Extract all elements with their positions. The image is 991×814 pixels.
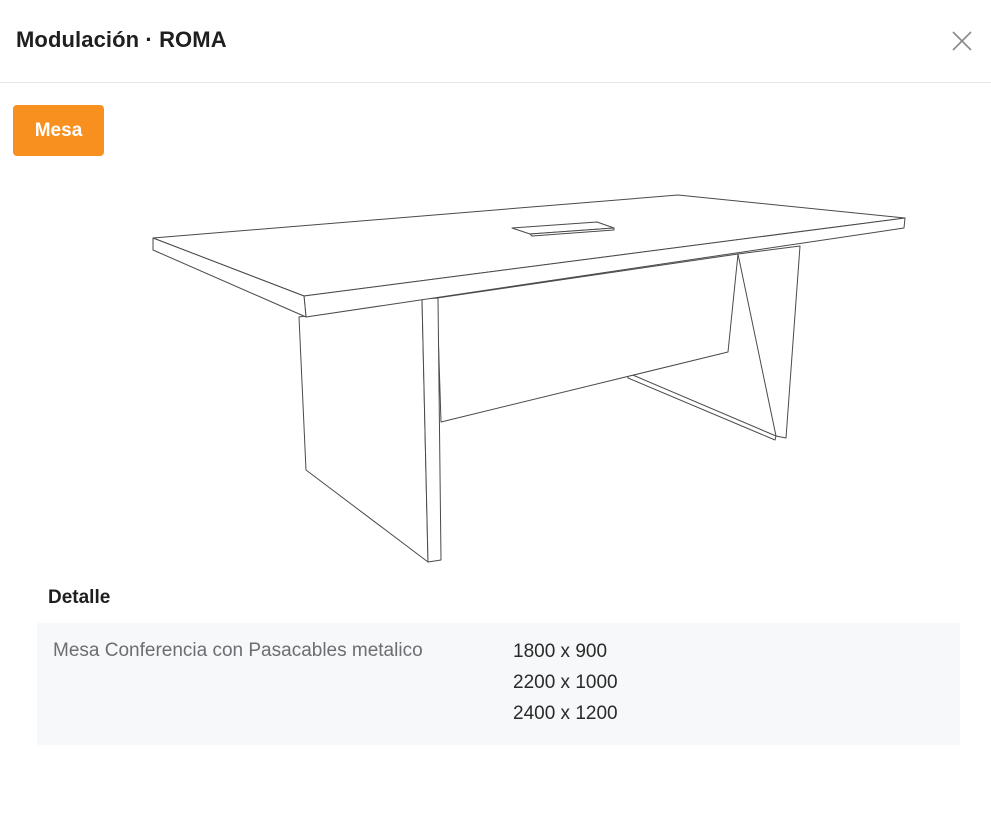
close-icon bbox=[952, 31, 972, 51]
table-illustration bbox=[152, 194, 906, 563]
detail-table: Mesa Conferencia con Pasacables metalico… bbox=[37, 623, 960, 745]
detail-heading: Detalle bbox=[48, 587, 111, 608]
tab-mesa[interactable]: Mesa bbox=[13, 105, 104, 156]
size-list: 1800 x 900 2200 x 1000 2400 x 1200 bbox=[513, 641, 618, 734]
size-item: 2200 x 1000 bbox=[513, 672, 618, 693]
modal-dialog: Modulación · ROMA Mesa Detalle Mesa Conf… bbox=[0, 0, 991, 814]
size-item: 1800 x 900 bbox=[513, 641, 608, 662]
close-button[interactable] bbox=[950, 29, 974, 53]
product-name: Mesa Conferencia con Pasacables metalico bbox=[53, 640, 423, 661]
modal-header: Modulación · ROMA bbox=[0, 0, 991, 83]
size-item: 2400 x 1200 bbox=[513, 703, 618, 724]
modal-title: Modulación · ROMA bbox=[16, 27, 227, 52]
